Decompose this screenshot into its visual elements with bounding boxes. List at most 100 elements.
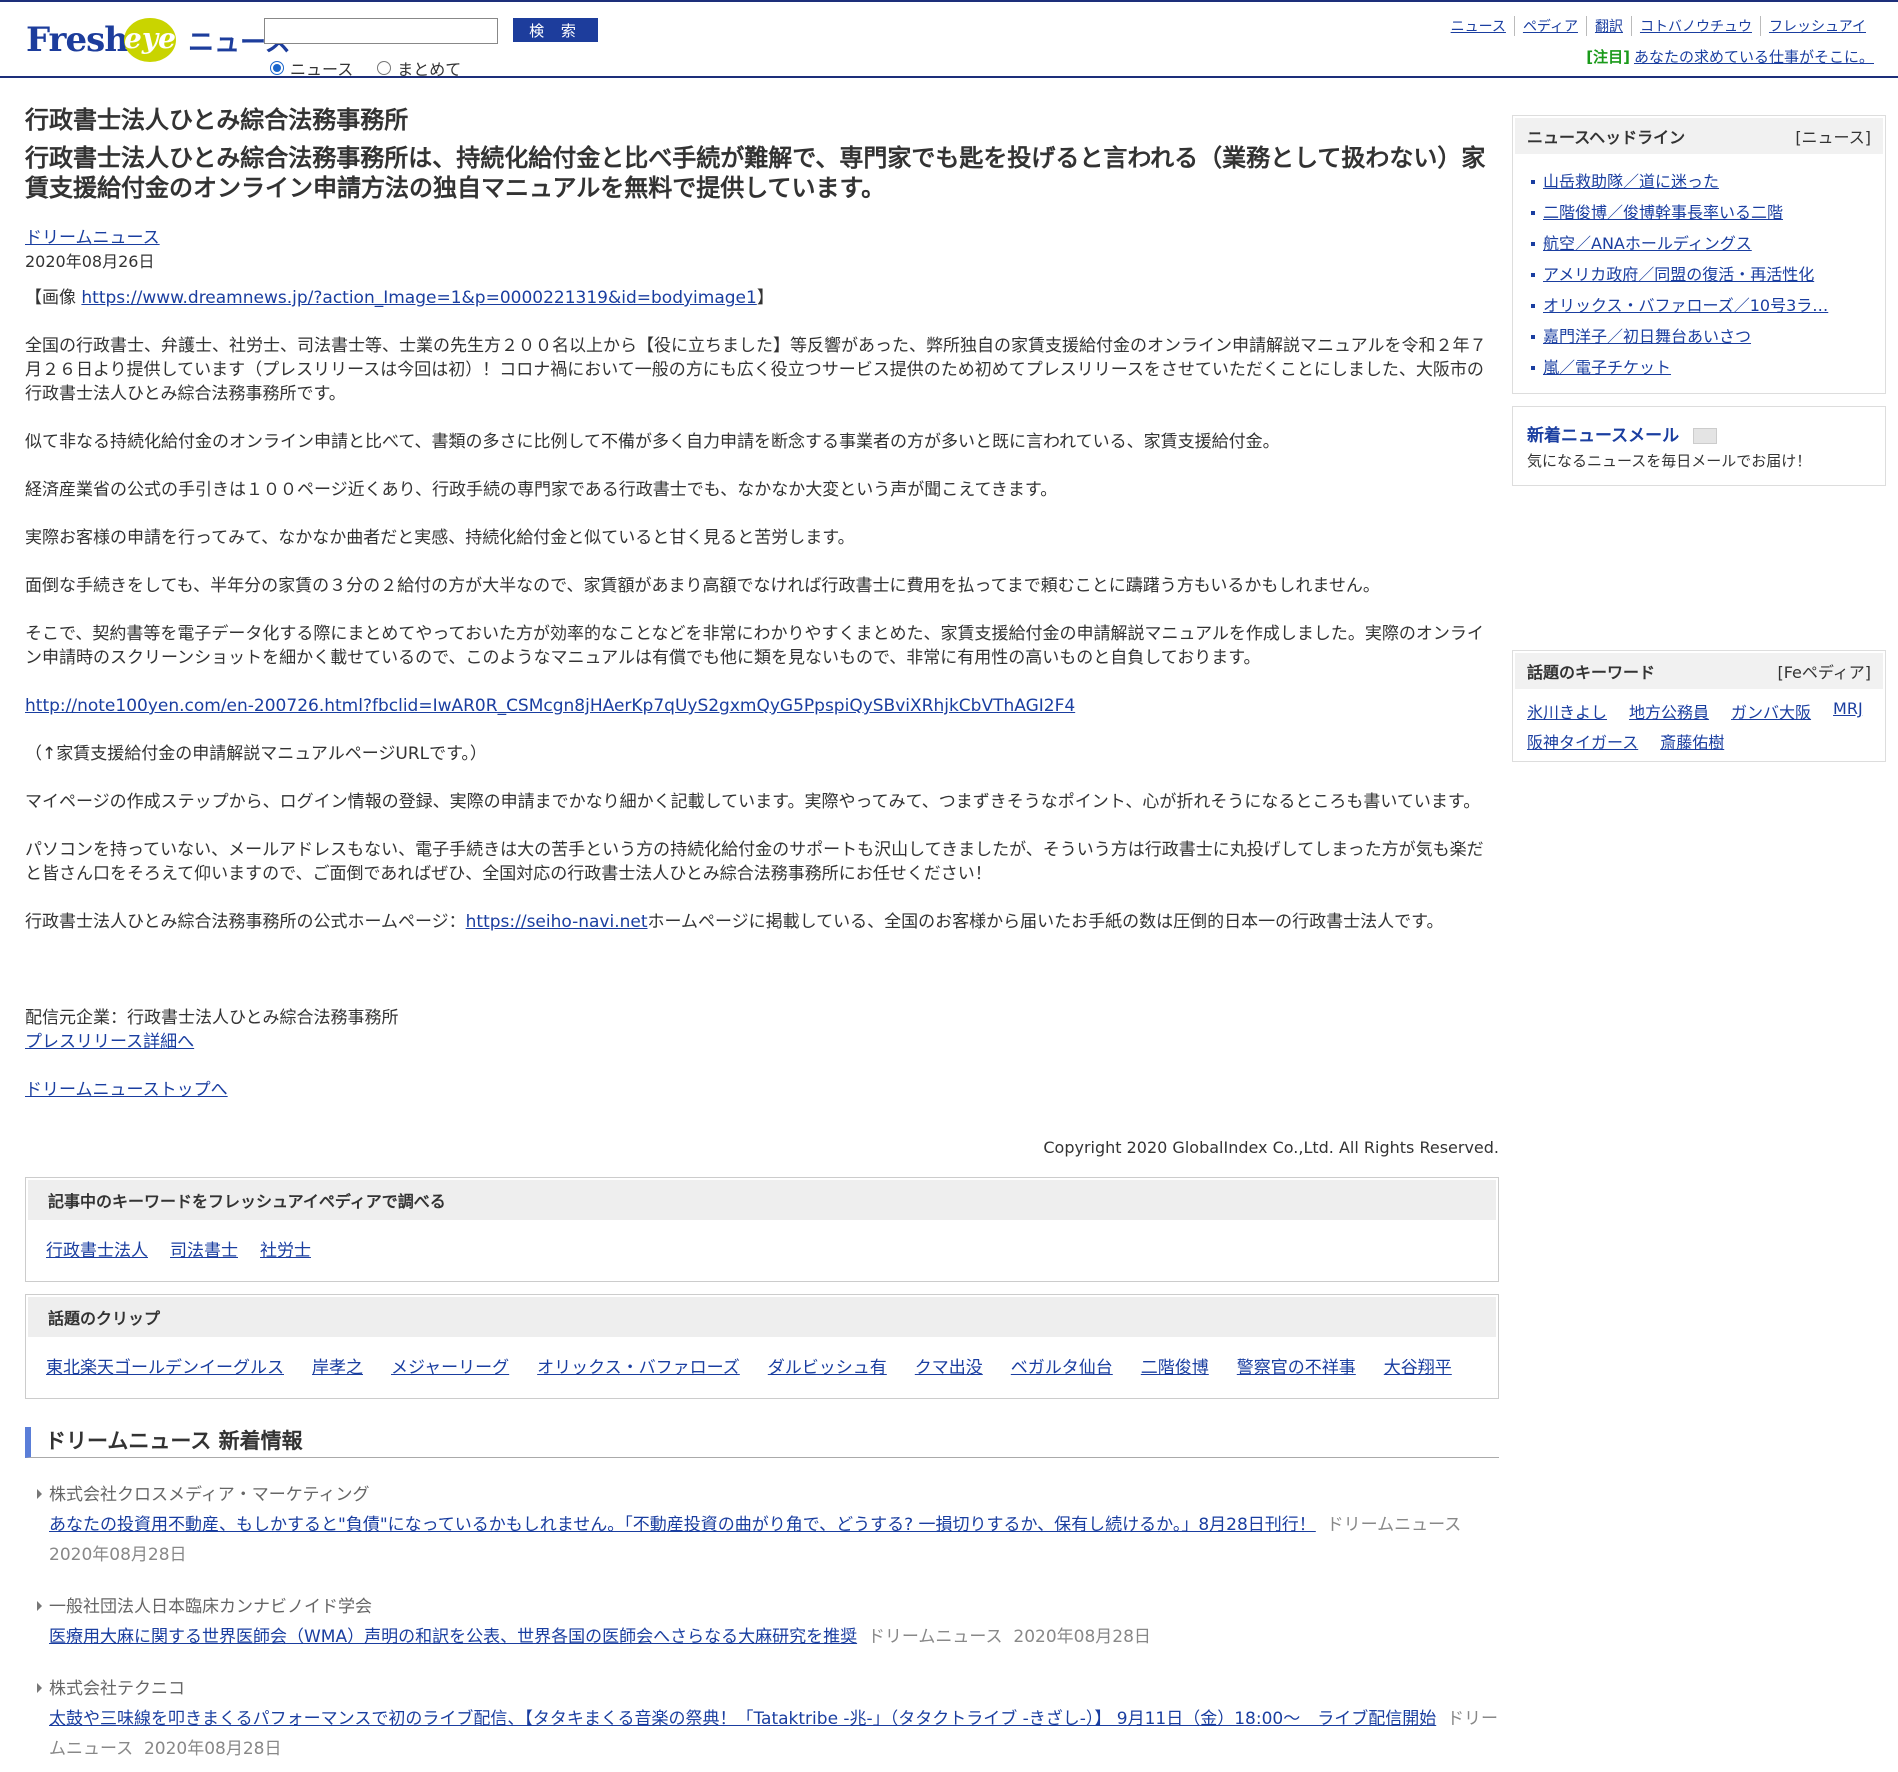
radio-all[interactable] xyxy=(377,61,392,75)
manual-url-link[interactable]: http://note100yen.com/en-200726.html?fbc… xyxy=(25,696,1075,716)
topic-keyword-link[interactable]: ガンバ大阪 xyxy=(1731,699,1811,723)
clip-link[interactable]: クマ出没 xyxy=(915,1353,983,1378)
news-source: ドリームニュース xyxy=(867,1627,1003,1647)
paragraph-10: 行政書士法人ひとみ綜合法務事務所の公式ホームページ：https://seiho-… xyxy=(25,910,1499,934)
clip-link[interactable]: 二階俊博 xyxy=(1141,1353,1209,1378)
news-date: 2020年08月28日 xyxy=(49,1545,187,1565)
keyword-pedia-title: 記事中のキーワードをフレッシュアイペディアで調べる xyxy=(28,1180,1496,1220)
nav-kotobanouchu[interactable]: コトバノウチュウ xyxy=(1630,16,1760,36)
global-nav: ニュース ペディア 翻訳 コトバノウチュウ フレッシュアイ xyxy=(1443,16,1874,36)
copyright: Copyright 2020 GlobalIndex Co.,Ltd. All … xyxy=(1043,1138,1499,1157)
headline-link[interactable]: オリックス・バファローズ／10号3ラ… xyxy=(1543,296,1828,315)
headline-item: 二階俊博／俊博幹事長率いる二階 xyxy=(1531,197,1871,228)
sidebar: ニュースヘッドライン [ニュース] 山岳救助隊／道に迷った 二階俊博／俊博幹事長率… xyxy=(1512,115,1886,774)
keyword-pedia-box: 記事中のキーワードをフレッシュアイペディアで調べる 行政書士法人 司法書士 社労… xyxy=(25,1177,1499,1282)
headline-link[interactable]: 航空／ANAホールディングス xyxy=(1543,234,1752,253)
radio-news[interactable] xyxy=(270,61,284,75)
manual-url-line: http://note100yen.com/en-200726.html?fbc… xyxy=(25,694,1499,718)
dream-news-section-title: ドリームニュース 新着情報 xyxy=(25,1427,1499,1458)
topic-clip-box: 話題のクリップ 東北楽天ゴールデンイーグルス 岸孝之 メジャーリーグ オリックス… xyxy=(25,1294,1499,1399)
keyword-link[interactable]: 行政書士法人 xyxy=(46,1236,148,1261)
topic-clip-title: 話題のクリップ xyxy=(28,1297,1496,1337)
homepage-link[interactable]: https://seiho-navi.net xyxy=(466,912,648,932)
paragraph-4: 実際お客様の申請を行ってみて、なかなか曲者だと実感、持続化給付金と似ていると甘く… xyxy=(25,528,855,548)
news-mail-link[interactable]: 新着ニュースメール xyxy=(1527,426,1679,446)
news-item: 一般社団法人日本臨床カンナビノイド学会 医療用大麻に関する世界医師会（WMA）声… xyxy=(25,1592,1499,1652)
notice-banner: [注目] あなたの求めている仕事がそこに。 xyxy=(1586,46,1874,67)
news-item: 株式会社クロスメディア・マーケティング あなたの投資用不動産、もしかすると"負債… xyxy=(25,1480,1499,1570)
logo-eye-icon: eye xyxy=(123,18,176,62)
headline-link[interactable]: 二階俊博／俊博幹事長率いる二階 xyxy=(1543,203,1783,222)
radio-all-option[interactable]: まとめて xyxy=(377,56,461,80)
keyword-link[interactable]: 社労士 xyxy=(260,1236,311,1261)
nav-pedia[interactable]: ペディア xyxy=(1513,16,1586,36)
mail-envelope-icon xyxy=(1693,428,1718,444)
headline-link[interactable]: アメリカ政府／同盟の復活・再活性化 xyxy=(1543,265,1814,284)
news-item: 株式会社テクニコ 太鼓や三味線を叩きまくるパフォーマンスで初のライブ配信、【タタ… xyxy=(25,1674,1499,1764)
radio-news-option[interactable]: ニュース xyxy=(270,56,353,80)
news-source: ドリームニュース xyxy=(1326,1515,1462,1535)
paragraph-6: そこで、契約書等を電子データ化する際にまとめてやっておいた方が効率的なことなどを… xyxy=(25,624,1484,668)
headline-link[interactable]: 嵐／電子チケット xyxy=(1543,358,1671,377)
news-company: 株式会社テクニコ xyxy=(49,1679,185,1699)
paragraph-5: 面倒な手続きをしても、半年分の家賃の３分の２給付の方が大半なので、家賃額があまり… xyxy=(25,576,1380,596)
article-headline: 行政書士法人ひとみ綜合法務事務所は、持続化給付金と比べ手続が難解で、専門家でも匙… xyxy=(25,144,1486,202)
site-header: Fresh eye ニュース 検 索 ニュース まとめて ニュース ペディア 翻… xyxy=(0,2,1898,80)
keyword-link[interactable]: 司法書士 xyxy=(170,1236,238,1261)
source-link[interactable]: ドリームニュース xyxy=(25,228,160,248)
paragraph-9: パソコンを持っていない、メールアドレスもない、電子手続きは大の苦手という方の持続… xyxy=(25,840,1484,884)
headline-item: 航空／ANAホールディングス xyxy=(1531,228,1871,259)
headline-item: 嘉門洋子／初日舞台あいさつ xyxy=(1531,321,1871,352)
headline-item: アメリカ政府／同盟の復活・再活性化 xyxy=(1531,259,1871,290)
clip-link[interactable]: ダルビッシュ有 xyxy=(768,1353,887,1378)
paragraph-3: 経済産業省の公式の手引きは１００ページ近くあり、行政手続の専門家である行政書士で… xyxy=(25,480,1058,500)
news-link[interactable]: 医療用大麻に関する世界医師会（WMA）声明の和訳を公表、世界各国の医師会へさらな… xyxy=(49,1627,857,1647)
logo-fresh-text: Fresh xyxy=(26,20,129,60)
headline-link[interactable]: 嘉門洋子／初日舞台あいさつ xyxy=(1543,327,1751,346)
image-prefix: 【画像 xyxy=(25,288,82,308)
clip-link[interactable]: 警察官の不祥事 xyxy=(1237,1353,1356,1378)
clip-link[interactable]: オリックス・バファローズ xyxy=(537,1353,740,1378)
headline-box-title: ニュースヘッドライン xyxy=(1527,128,1686,147)
search-button[interactable]: 検 索 xyxy=(513,18,598,42)
radio-all-label: まとめて xyxy=(397,60,462,79)
topic-keyword-link[interactable]: MRJ xyxy=(1833,699,1863,723)
notice-link[interactable]: あなたの求めている仕事がそこに。 xyxy=(1634,48,1874,66)
news-link[interactable]: あなたの投資用不動産、もしかすると"負債"になっているかもしれません。「不動産投… xyxy=(49,1515,1316,1535)
clip-link[interactable]: メジャーリーグ xyxy=(391,1353,509,1378)
news-headline-box: ニュースヘッドライン [ニュース] 山岳救助隊／道に迷った 二階俊博／俊博幹事長率… xyxy=(1512,115,1886,394)
clip-link[interactable]: 東北楽天ゴールデンイーグルス xyxy=(46,1353,284,1378)
news-mail-desc: 気になるニュースを毎日メールでお届け！ xyxy=(1527,452,1812,470)
headline-link[interactable]: 山岳救助隊／道に迷った xyxy=(1543,172,1719,191)
image-line: 【画像 https://www.dreamnews.jp/?action_Ima… xyxy=(25,286,1499,310)
clip-link[interactable]: 大谷翔平 xyxy=(1384,1353,1452,1378)
paragraph-7: （↑家賃支援給付金の申請解説マニュアルページURLです。） xyxy=(25,744,487,764)
clip-link[interactable]: ベガルタ仙台 xyxy=(1011,1353,1113,1378)
nav-fresheye[interactable]: フレッシュアイ xyxy=(1759,16,1874,36)
search-input[interactable] xyxy=(264,18,498,44)
topic-keyword-link[interactable]: 斎藤佑樹 xyxy=(1660,729,1724,753)
clip-link[interactable]: 岸孝之 xyxy=(312,1353,363,1378)
p10-prefix: 行政書士法人ひとみ綜合法務事務所の公式ホームページ： xyxy=(25,912,466,932)
news-mail-box: 新着ニュースメール 気になるニュースを毎日メールでお届け！ xyxy=(1512,406,1886,486)
news-date: 2020年08月28日 xyxy=(143,1739,282,1759)
news-company: 株式会社クロスメディア・マーケティング xyxy=(49,1485,370,1505)
nav-news[interactable]: ニュース xyxy=(1443,16,1514,36)
image-suffix: 】 xyxy=(756,288,774,308)
paragraph-2: 似て非なる持続化給付金のオンライン申請と比べて、書類の多さに比例して不備が多く自… xyxy=(25,432,1280,452)
topic-keyword-link[interactable]: 地方公務員 xyxy=(1629,699,1709,723)
paragraph-8: マイページの作成ステップから、ログイン情報の登録、実際の申請までかなり細かく記載… xyxy=(25,792,1481,812)
paragraph-1: 全国の行政書士、弁護士、社労士、司法書士等、士業の先生方２００名以上から【役に立… xyxy=(25,336,1487,404)
dream-news-top-link[interactable]: ドリームニューストップへ xyxy=(25,1080,228,1100)
press-detail-link[interactable]: プレスリリース詳細へ xyxy=(25,1032,194,1052)
article-column: 行政書士法人ひとみ綜合法務事務所 行政書士法人ひとみ綜合法務事務所は、持続化給付… xyxy=(25,100,1499,1764)
headline-item: 山岳救助隊／道に迷った xyxy=(1531,166,1871,197)
nav-translate[interactable]: 翻訳 xyxy=(1585,16,1631,36)
search-scope: ニュース まとめて xyxy=(270,56,461,80)
freshEYE-logo[interactable]: Fresh eye ニュース xyxy=(26,18,291,62)
topic-keyword-link[interactable]: 氷川きよし xyxy=(1527,699,1607,723)
news-link[interactable]: 太鼓や三味線を叩きまくるパフォーマンスで初のライブ配信、【タタキまくる音楽の祭典… xyxy=(49,1709,1436,1729)
image-link[interactable]: https://www.dreamnews.jp/?action_Image=1… xyxy=(81,288,756,308)
p10-suffix: ホームページに掲載している、全国のお客様から届いたお手紙の数は圧倒的日本一の行政… xyxy=(647,912,1444,932)
topic-keyword-link[interactable]: 阪神タイガース xyxy=(1527,729,1638,753)
